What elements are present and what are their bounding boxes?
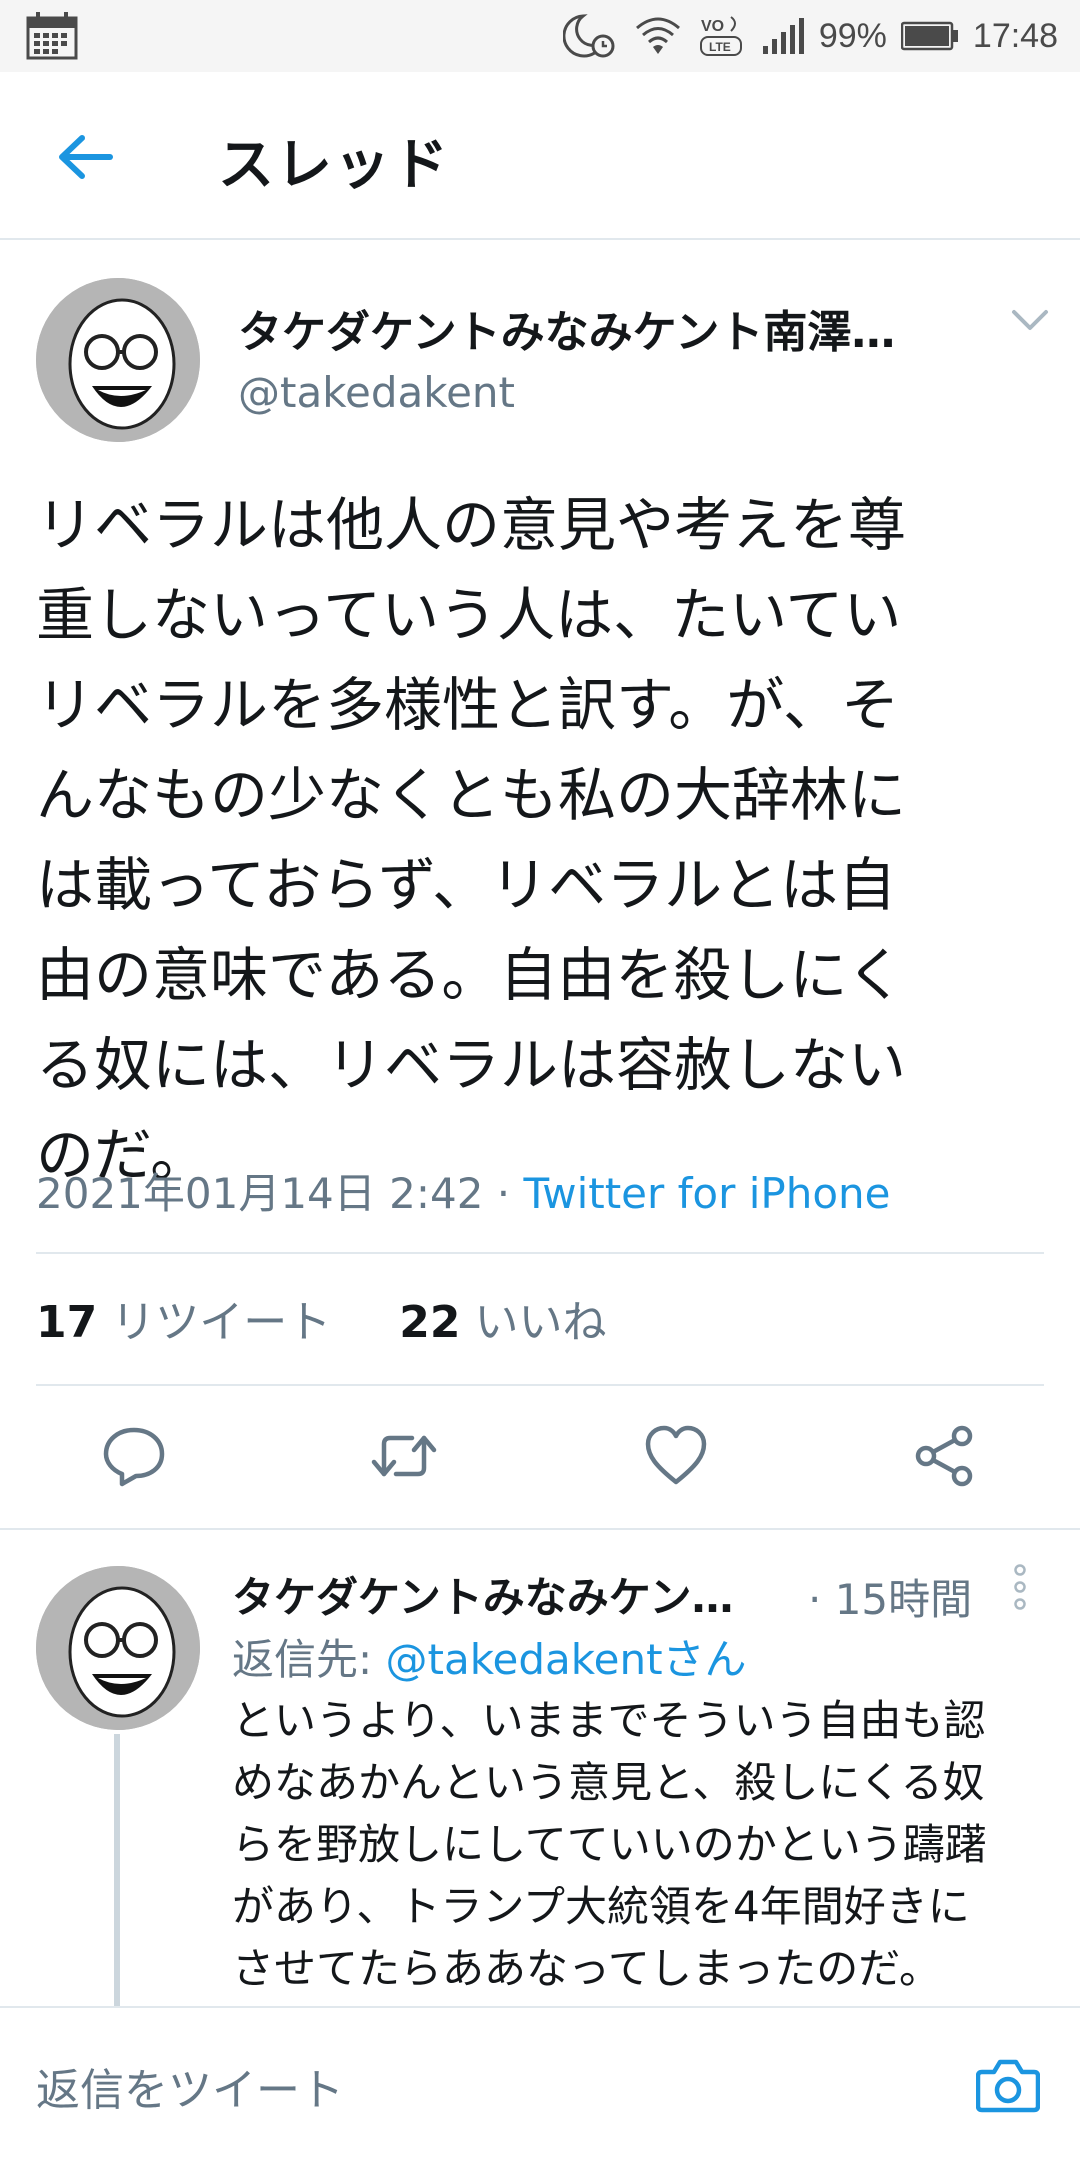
battery-percent: 99% — [818, 16, 887, 55]
author-name[interactable]: タケダケントみなみケント南澤径… — [238, 296, 938, 360]
wifi-icon — [635, 17, 680, 54]
reply-author-name[interactable]: タケダケントみなみケン… — [232, 1564, 792, 1625]
reply-to-line: 返信先: @takedakentさん — [232, 1626, 747, 1687]
like-count[interactable]: 22 — [399, 1297, 460, 1348]
retweet-icon[interactable] — [370, 1422, 438, 1490]
alarm-moon-icon — [562, 14, 615, 58]
reply-text: というより、いままでそういう自由も認 めなあかんという意見と、殺しにくる奴 らを… — [232, 1696, 987, 1993]
reply-time: · 15時間 — [808, 1575, 973, 1624]
avatar-illustration — [36, 1566, 200, 1730]
svg-text:LTE: LTE — [709, 40, 731, 54]
status-bar: VO LTE 99% 17:48 — [0, 0, 1080, 72]
avatar[interactable] — [36, 278, 200, 442]
retweet-count[interactable]: 17 — [36, 1297, 97, 1348]
divider — [0, 1528, 1080, 1530]
clock: 17:48 — [972, 16, 1058, 55]
avatar[interactable] — [36, 1566, 200, 1730]
chevron-down-icon[interactable] — [1006, 300, 1054, 340]
tweet-meta: 2021年01月14日 2:42 · Twitter for iPhone — [36, 1160, 891, 1221]
avatar-illustration — [36, 278, 200, 442]
reply-compose-input[interactable]: 返信をツイート — [36, 2054, 344, 2118]
volte-icon: VO LTE — [699, 16, 742, 56]
divider — [36, 1384, 1044, 1386]
tweet-timestamp: 2021年01月14日 2:42 — [36, 1169, 484, 1218]
author-handle[interactable]: @takedakent — [238, 368, 515, 417]
tweet-stats: 17 リツイート 22 いいね — [36, 1286, 606, 1350]
reply-icon[interactable] — [100, 1422, 168, 1490]
share-icon[interactable] — [910, 1422, 978, 1490]
retweet-label[interactable]: リツイート — [111, 1297, 331, 1348]
divider — [36, 1252, 1044, 1254]
tweet-text: リベラルは他人の意見や考えを尊 重しないっていう人は、たいてい リベラルを多様性… — [36, 491, 907, 1189]
reply-to-prefix: 返信先: — [232, 1635, 386, 1684]
tweet-source-link[interactable]: Twitter for iPhone — [524, 1169, 891, 1218]
camera-icon[interactable] — [976, 2056, 1040, 2114]
arrow-left-icon[interactable] — [50, 122, 120, 192]
more-vertical-icon[interactable] — [1008, 1562, 1032, 1612]
heart-icon[interactable] — [642, 1422, 710, 1490]
signal-icon — [762, 18, 804, 54]
page-title: スレッド — [218, 133, 450, 198]
calendar-icon — [26, 12, 78, 60]
like-label[interactable]: いいね — [474, 1297, 606, 1348]
reply-to-handle[interactable]: @takedakentさん — [386, 1635, 747, 1684]
top-app-bar: スレッド — [0, 72, 1080, 240]
thread-line — [114, 1734, 120, 2006]
meta-separator: · — [483, 1169, 524, 1218]
battery-icon — [900, 21, 958, 51]
divider — [0, 2006, 1080, 2008]
svg-text:VO: VO — [701, 18, 724, 35]
